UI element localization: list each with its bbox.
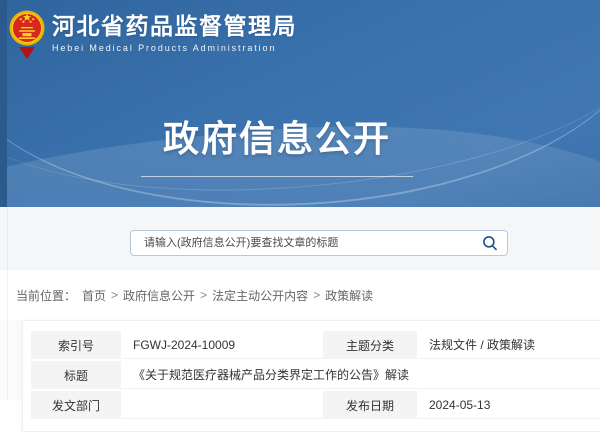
field-label-index-number: 索引号 — [31, 331, 121, 359]
breadcrumb-item-policy-interpretation[interactable]: 政策解读 — [325, 287, 373, 304]
field-label-issuing-department: 发文部门 — [31, 391, 121, 419]
field-label-topic-category: 主题分类 — [323, 331, 417, 359]
table-row-department-date: 发文部门 发布日期 2024-05-13 — [31, 391, 600, 419]
breadcrumb-separator: > — [313, 288, 320, 302]
field-value-title: 《关于规范医疗器械产品分类界定工作的公告》解读 — [121, 361, 600, 389]
document-section: 索引号 FGWJ-2024-10009 主题分类 法规文件 / 政策解读 标题 … — [0, 320, 600, 400]
table-row-title: 标题 《关于规范医疗器械产品分类界定工作的公告》解读 — [31, 361, 600, 389]
field-value-index-number: FGWJ-2024-10009 — [121, 331, 323, 359]
search-input[interactable] — [131, 231, 473, 255]
org-name-cn: 河北省药品监督管理局 — [52, 13, 297, 39]
breadcrumb-item-info-disclosure[interactable]: 政府信息公开 — [123, 287, 195, 304]
page-title: 政府信息公开 — [141, 110, 413, 177]
content-left-edge — [7, 207, 8, 400]
org-name-en: Hebei Medical Products Administration — [52, 43, 297, 53]
left-edge-strip — [0, 0, 7, 207]
search-box — [130, 230, 508, 256]
document-info-table: 索引号 FGWJ-2024-10009 主题分类 法规文件 / 政策解读 标题 … — [31, 329, 600, 421]
site-banner: 河北省药品监督管理局 Hebei Medical Products Admini… — [0, 0, 600, 207]
breadcrumb-separator: > — [111, 288, 118, 302]
logo-text: 河北省药品监督管理局 Hebei Medical Products Admini… — [52, 13, 297, 52]
field-value-issuing-department — [121, 391, 323, 419]
field-value-publish-date: 2024-05-13 — [417, 391, 600, 419]
banner-title-wrap: 政府信息公开 — [0, 110, 600, 177]
field-label-publish-date: 发布日期 — [323, 391, 417, 419]
breadcrumb-separator: > — [200, 288, 207, 302]
search-section — [0, 207, 600, 270]
site-logo[interactable]: 河北省药品监督管理局 Hebei Medical Products Admini… — [9, 7, 297, 59]
breadcrumb-label: 当前位置： — [16, 287, 76, 304]
field-value-topic-category: 法规文件 / 政策解读 — [417, 331, 600, 359]
field-label-title: 标题 — [31, 361, 121, 389]
breadcrumb-item-statutory-content[interactable]: 法定主动公开内容 — [212, 287, 308, 304]
table-row-index: 索引号 FGWJ-2024-10009 主题分类 法规文件 / 政策解读 — [31, 331, 600, 359]
search-icon — [482, 235, 498, 251]
search-button[interactable] — [473, 231, 507, 255]
document-info-card: 索引号 FGWJ-2024-10009 主题分类 法规文件 / 政策解读 标题 … — [22, 320, 600, 432]
breadcrumb: 当前位置： 首页 > 政府信息公开 > 法定主动公开内容 > 政策解读 — [0, 270, 600, 320]
breadcrumb-item-home[interactable]: 首页 — [82, 287, 106, 304]
national-emblem-icon — [9, 7, 45, 59]
